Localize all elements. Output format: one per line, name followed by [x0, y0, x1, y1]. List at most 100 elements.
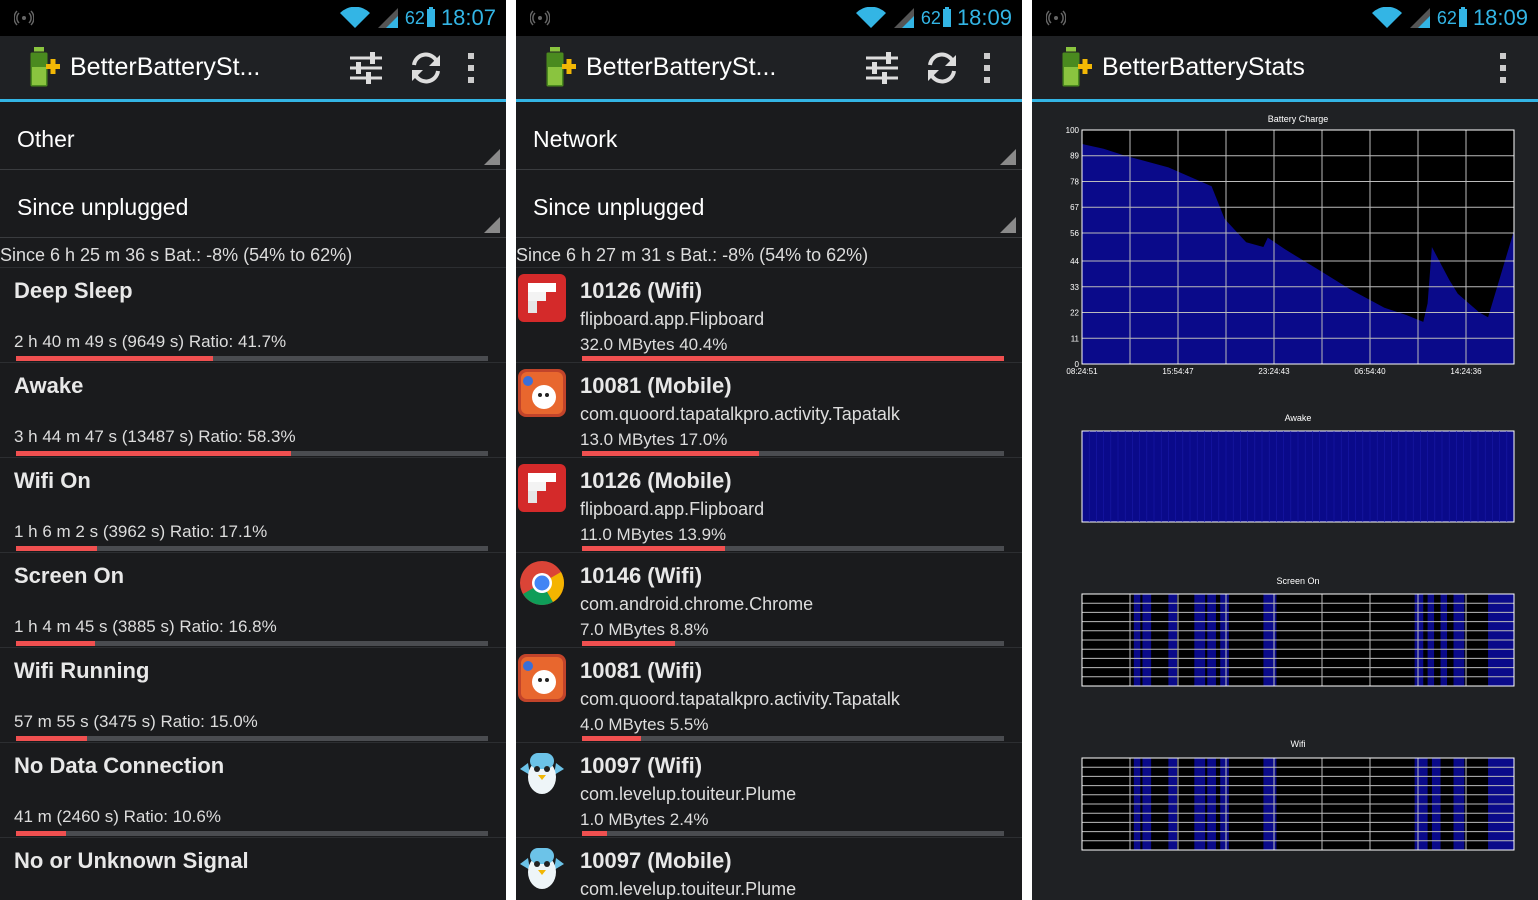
- x-tick-label: 15:54:47: [1162, 367, 1194, 376]
- spinner-label: Since unplugged: [17, 194, 189, 220]
- ratio-bar-fill: [16, 356, 213, 361]
- since-summary: Since 6 h 27 m 31 s Bat.: -8% (54% to 62…: [516, 245, 869, 265]
- network-row[interactable]: 10126 (Wifi) flipboard.app.Flipboard 32.0 …: [516, 267, 1022, 362]
- plume-icon: [518, 749, 566, 797]
- uid-label: 10097 (Wifi): [580, 753, 703, 778]
- stat-row[interactable]: No Data Connection 41 m (2460 s) Ratio: 1…: [0, 742, 506, 837]
- app-title: BetterBatterySt...: [586, 53, 777, 81]
- signal-icon: [1409, 8, 1430, 28]
- signal-icon: [377, 8, 398, 28]
- y-tick-label: 67: [1070, 203, 1079, 212]
- network-row[interactable]: 10097 (Mobile) com.levelup.touiteur.Plume: [516, 837, 1022, 900]
- stat-row[interactable]: Deep Sleep 2 h 40 m 49 s (9649 s) Ratio: …: [0, 267, 506, 362]
- ratio-bar-fill: [16, 451, 292, 456]
- stat-name: Deep Sleep: [14, 278, 133, 303]
- stat-row[interactable]: Screen On 1 h 4 m 45 s (3885 s) Ratio: 16…: [0, 552, 506, 647]
- network-row[interactable]: 10097 (Wifi) com.levelup.touiteur.Plume 1.…: [516, 742, 1022, 837]
- spinner-label: Since unplugged: [533, 194, 705, 220]
- overflow-menu-button[interactable]: [972, 38, 1002, 98]
- battery-icon: [942, 7, 951, 27]
- wireless-notification-icon: [1046, 10, 1066, 26]
- uid-label: 10146 (Wifi): [580, 563, 703, 588]
- overflow-menu-button[interactable]: [1488, 38, 1518, 98]
- refresh-icon: [412, 52, 440, 83]
- chart-title: Awake: [1285, 413, 1312, 423]
- divider: [1022, 0, 1032, 900]
- package-name: com.quoord.tapatalkpro.activity.Tapatalk: [580, 689, 900, 709]
- stat-name: No Data Connection: [14, 753, 225, 778]
- uid-label: 10126 (Mobile): [580, 468, 732, 493]
- x-tick-label: 23:24:43: [1258, 367, 1290, 376]
- network-row[interactable]: 10126 (Mobile) flipboard.app.Flipboard 11.…: [516, 457, 1022, 552]
- ratio-bar: [582, 451, 1004, 456]
- overflow-menu-button[interactable]: [456, 38, 486, 98]
- wifi-icon: [1371, 7, 1402, 28]
- refresh-button[interactable]: [912, 38, 972, 98]
- network-row[interactable]: 10081 (Mobile) com.quoord.tapatalkpro.act…: [516, 362, 1022, 457]
- package-name: flipboard.app.Flipboard: [580, 499, 765, 519]
- y-tick-label: 89: [1070, 152, 1079, 161]
- spinner-label: Other: [17, 126, 75, 152]
- y-tick-label: 11: [1071, 334, 1080, 343]
- ratio-bar: [16, 546, 488, 551]
- chart-title: Wifi: [1291, 739, 1306, 749]
- clock: 18:07: [440, 5, 496, 30]
- stat-name: Screen On: [14, 563, 125, 588]
- package-name: com.levelup.touiteur.Plume: [580, 879, 797, 899]
- filter-button[interactable]: [336, 38, 396, 98]
- stat-name: Wifi Running: [14, 658, 150, 683]
- network-row[interactable]: 10146 (Wifi) com.android.chrome.Chrome 7.0…: [516, 552, 1022, 647]
- ratio-bar: [16, 736, 488, 741]
- x-tick-label: 14:24:36: [1450, 367, 1482, 376]
- stat-detail: 3 h 44 m 47 s (13487 s) Ratio: 58.3%: [14, 427, 296, 446]
- tapatalk-icon: [518, 369, 566, 417]
- stat-type-spinner[interactable]: Other: [0, 104, 506, 170]
- battery-plus-icon[interactable]: [1058, 46, 1094, 89]
- x-tick-label: 06:54:40: [1354, 367, 1386, 376]
- sliders-icon: [866, 51, 898, 84]
- signal-icon: [893, 8, 914, 28]
- wifi-icon: [855, 7, 886, 28]
- wifi-icon: [339, 7, 370, 28]
- ratio-bar: [582, 641, 1004, 646]
- stat-detail: 41 m (2460 s) Ratio: 10.6%: [14, 807, 221, 826]
- wireless-notification-icon: [530, 10, 550, 26]
- stat-row[interactable]: Wifi On 1 h 6 m 2 s (3962 s) Ratio: 17.1%: [0, 457, 506, 552]
- package-name: com.android.chrome.Chrome: [580, 594, 814, 614]
- ratio-bar-fill: [582, 451, 760, 456]
- overflow-icon: [1500, 52, 1506, 83]
- battery-plus-icon[interactable]: [542, 46, 578, 89]
- y-tick-label: 33: [1070, 283, 1079, 292]
- spinner-label: Network: [533, 126, 618, 152]
- ratio-bar: [582, 736, 1004, 741]
- ratio-bar-fill: [16, 641, 96, 646]
- ratio-bar-fill: [582, 736, 642, 741]
- y-tick-label: 100: [1066, 126, 1080, 135]
- sliders-icon: [350, 51, 382, 84]
- filter-button[interactable]: [852, 38, 912, 98]
- ratio-bar: [582, 831, 1004, 836]
- stat-detail: 57 m 55 s (3475 s) Ratio: 15.0%: [14, 712, 258, 731]
- spinner-arrow-icon: [1000, 217, 1016, 233]
- time-range-spinner[interactable]: Since unplugged: [516, 172, 1022, 238]
- since-summary: Since 6 h 25 m 36 s Bat.: -8% (54% to 62…: [0, 245, 353, 265]
- battery-plus-icon[interactable]: [26, 46, 62, 89]
- plume-icon: [518, 844, 566, 892]
- phone-screen-graphs: 62 18:09 BetterBatteryStats Battery Char…: [1032, 0, 1538, 900]
- refresh-button[interactable]: [396, 38, 456, 98]
- ratio-bar-fill: [16, 546, 97, 551]
- divider: [506, 0, 516, 900]
- stat-row[interactable]: Awake 3 h 44 m 47 s (13487 s) Ratio: 58.3…: [0, 362, 506, 457]
- uid-label: 10081 (Wifi): [580, 658, 703, 683]
- ratio-bar: [16, 356, 488, 361]
- stat-row[interactable]: No or Unknown Signal: [0, 837, 506, 900]
- network-row[interactable]: 10081 (Wifi) com.quoord.tapatalkpro.activ…: [516, 647, 1022, 742]
- stat-type-spinner[interactable]: Network: [516, 104, 1022, 170]
- status-bar: 62 18:07: [0, 0, 506, 36]
- time-range-spinner[interactable]: Since unplugged: [0, 172, 506, 238]
- flipboard-icon: [518, 464, 566, 512]
- stat-detail: 2 h 40 m 49 s (9649 s) Ratio: 41.7%: [14, 332, 287, 351]
- stat-row[interactable]: Wifi Running 57 m 55 s (3475 s) Ratio: 15…: [0, 647, 506, 742]
- ratio-bar-fill: [582, 546, 726, 551]
- flipboard-icon: [518, 274, 566, 322]
